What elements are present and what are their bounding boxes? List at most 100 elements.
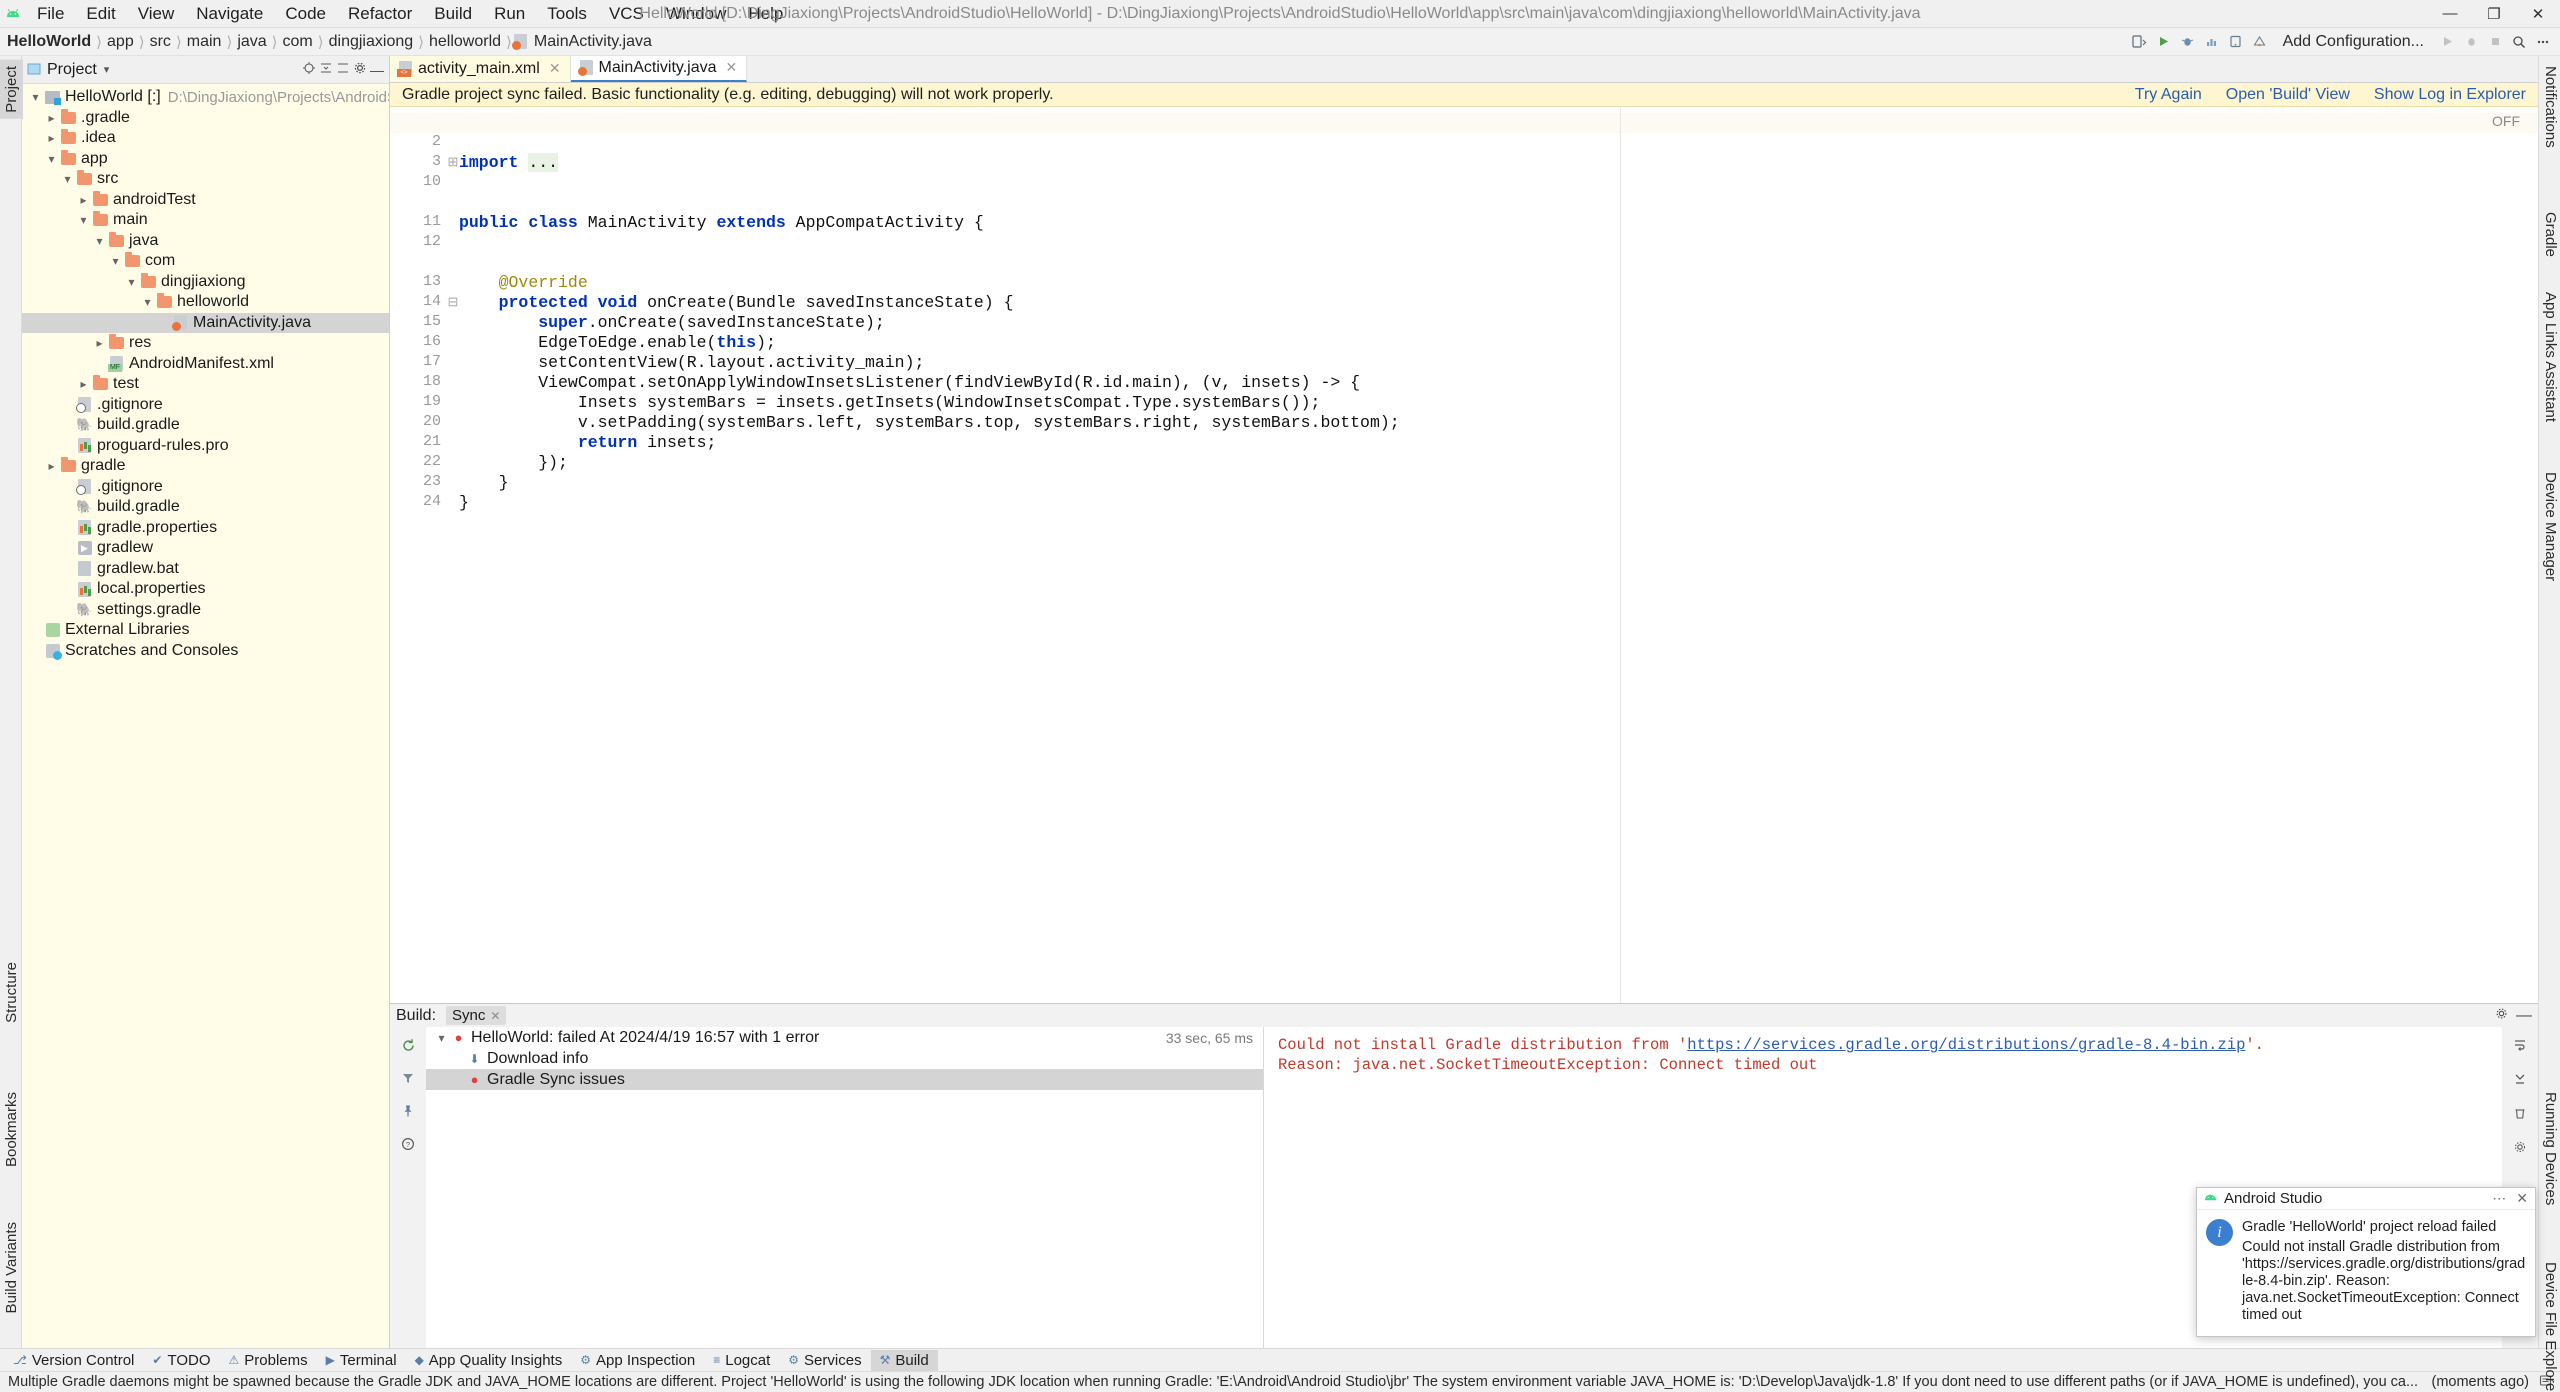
run-icon[interactable] <box>2153 31 2175 53</box>
sidebar-item-gradle[interactable]: Gradle <box>2539 206 2560 263</box>
fold-marker[interactable] <box>447 213 459 233</box>
tree-item[interactable]: proguard-rules.pro <box>22 436 389 457</box>
tool-button-app-inspection[interactable]: ⚙ App Inspection <box>571 1350 704 1371</box>
breadcrumb-src[interactable]: src <box>147 31 174 53</box>
fold-marker[interactable]: ⊟ <box>447 293 459 313</box>
sidebar-item-device-manager[interactable]: Device Manager <box>2539 466 2560 587</box>
breadcrumb-helloworld-pkg[interactable]: helloworld <box>426 31 504 53</box>
tool-button-terminal[interactable]: ▶ Terminal <box>317 1350 406 1371</box>
menu-tools[interactable]: Tools <box>536 1 598 27</box>
tree-item[interactable]: ▸ androidTest <box>22 190 389 211</box>
tree-item[interactable]: ▸ .gradle <box>22 108 389 129</box>
hide-icon[interactable]: — <box>2516 1007 2532 1025</box>
breadcrumb-main[interactable]: main <box>184 31 225 53</box>
tree-item[interactable]: 🐘 build.gradle <box>22 497 389 518</box>
chevron-right-icon[interactable]: ▸ <box>76 193 91 207</box>
collapse-all-icon[interactable] <box>336 60 350 80</box>
run-disabled-icon[interactable] <box>2436 31 2458 53</box>
menu-help[interactable]: Help <box>737 1 794 27</box>
tree-item[interactable]: ▶ gradlew <box>22 538 389 559</box>
fold-marker[interactable] <box>447 133 459 153</box>
close-icon[interactable]: ✕ <box>549 60 561 77</box>
add-configuration-button[interactable]: Add Configuration... <box>2273 31 2434 53</box>
fold-marker[interactable] <box>447 413 459 433</box>
inspection-status[interactable]: OFF <box>2492 113 2520 129</box>
chevron-down-icon[interactable]: ▾ <box>92 234 107 248</box>
sidebar-item-device-file-explorer[interactable]: Device File Explorer <box>2539 1256 2560 1392</box>
chevron-right-icon[interactable]: ▸ <box>92 336 107 350</box>
menu-build[interactable]: Build <box>423 1 483 27</box>
show-log-in-explorer-link[interactable]: Show Log in Explorer <box>2374 86 2526 104</box>
help-icon[interactable]: ? <box>398 1134 418 1154</box>
more-icon[interactable] <box>2532 31 2554 53</box>
device-selector-icon[interactable] <box>2129 31 2151 53</box>
chevron-down-icon[interactable]: ▾ <box>76 213 91 227</box>
filter-icon[interactable] <box>398 1068 418 1088</box>
tree-item[interactable]: ▾ helloworld <box>22 292 389 313</box>
status-message[interactable]: Multiple Gradle daemons might be spawned… <box>8 1374 2431 1390</box>
build-tab-sync[interactable]: Sync ✕ <box>446 1006 507 1025</box>
tree-item[interactable]: Scratches and Consoles <box>22 641 389 662</box>
sidebar-item-build-variants[interactable]: Build Variants <box>0 1216 23 1319</box>
minimize-button[interactable]: — <box>2428 0 2472 27</box>
menu-run[interactable]: Run <box>483 1 536 27</box>
sidebar-item-app-links-assistant[interactable]: App Links Assistant <box>2539 286 2560 428</box>
soft-wrap-icon[interactable] <box>2510 1035 2530 1055</box>
chevron-down-icon[interactable]: ▾ <box>28 90 43 104</box>
tool-button-problems[interactable]: ⚠ Problems <box>220 1350 317 1371</box>
gradle-distribution-link[interactable]: https://services.gradle.org/distribution… <box>1687 1036 2245 1054</box>
sdk-manager-icon[interactable] <box>2249 31 2271 53</box>
more-icon[interactable]: ⋯ <box>2492 1190 2506 1207</box>
chevron-down-icon[interactable]: ▾ <box>434 1031 449 1045</box>
tree-item[interactable]: ▸ gradle <box>22 456 389 477</box>
chevron-right-icon[interactable]: ▸ <box>44 131 59 145</box>
tool-button-logcat[interactable]: ≡ Logcat <box>704 1350 779 1371</box>
fold-marker[interactable] <box>447 193 459 213</box>
fold-marker[interactable] <box>447 353 459 373</box>
tree-item[interactable]: .gitignore <box>22 477 389 498</box>
fold-marker[interactable] <box>447 113 459 133</box>
fold-marker[interactable] <box>447 373 459 393</box>
settings-icon[interactable] <box>2510 1137 2530 1157</box>
close-icon[interactable]: ✕ <box>490 1009 500 1023</box>
menu-navigate[interactable]: Navigate <box>185 1 274 27</box>
breadcrumb-dingjiaxiong[interactable]: dingjiaxiong <box>326 31 417 53</box>
chevron-down-icon[interactable]: ▾ <box>124 275 139 289</box>
tree-item[interactable]: ▸ .idea <box>22 128 389 149</box>
menu-edit[interactable]: Edit <box>75 1 126 27</box>
tab-mainactivity-java[interactable]: MainActivity.java ✕ <box>570 55 748 82</box>
tool-button-services[interactable]: ⚙ Services <box>779 1350 870 1371</box>
tool-button-todo[interactable]: ✔ TODO <box>143 1350 219 1371</box>
tab-activity-main-xml[interactable]: activity_main.xml ✕ <box>390 55 571 82</box>
fold-marker[interactable] <box>447 493 459 513</box>
fold-marker[interactable] <box>447 253 459 273</box>
menu-refactor[interactable]: Refactor <box>337 1 423 27</box>
tree-item[interactable]: 🐘 settings.gradle <box>22 600 389 621</box>
fold-marker[interactable]: ⊞ <box>447 153 459 173</box>
chevron-down-icon[interactable]: ▾ <box>104 63 110 76</box>
fold-marker[interactable] <box>447 333 459 353</box>
search-icon[interactable] <box>2508 31 2530 53</box>
fold-marker[interactable] <box>447 453 459 473</box>
code-text[interactable]: package com.dingjiaxiong.helloworld; imp… <box>459 107 2538 1003</box>
open-build-view-link[interactable]: Open 'Build' View <box>2226 86 2350 104</box>
tree-item[interactable]: 🐘 build.gradle <box>22 415 389 436</box>
profile-icon[interactable] <box>2201 31 2223 53</box>
stop-icon[interactable] <box>2484 31 2506 53</box>
tree-item[interactable]: gradlew.bat <box>22 559 389 580</box>
locate-icon[interactable] <box>302 60 316 80</box>
tree-item[interactable]: ▾ HelloWorld [:] D:\DingJiaxiong\Projects\… <box>22 87 389 108</box>
sidebar-item-project[interactable]: Project <box>0 60 23 119</box>
close-button[interactable]: ✕ <box>2516 0 2560 27</box>
code-editor[interactable]: 123101112131415161718192021222324 ⊞⊟ pac… <box>390 107 2538 1003</box>
sidebar-item-structure[interactable]: Structure <box>0 956 23 1029</box>
chevron-down-icon[interactable]: ▾ <box>44 152 59 166</box>
close-icon[interactable]: ✕ <box>726 59 738 76</box>
tree-item[interactable]: MainActivity.java <box>22 312 389 333</box>
menu-code[interactable]: Code <box>274 1 337 27</box>
tree-item[interactable]: External Libraries <box>22 620 389 641</box>
fold-marker[interactable] <box>447 473 459 493</box>
expand-all-icon[interactable] <box>319 60 333 80</box>
tree-item[interactable]: ▾ src <box>22 169 389 190</box>
chevron-down-icon[interactable]: ▾ <box>108 254 123 268</box>
